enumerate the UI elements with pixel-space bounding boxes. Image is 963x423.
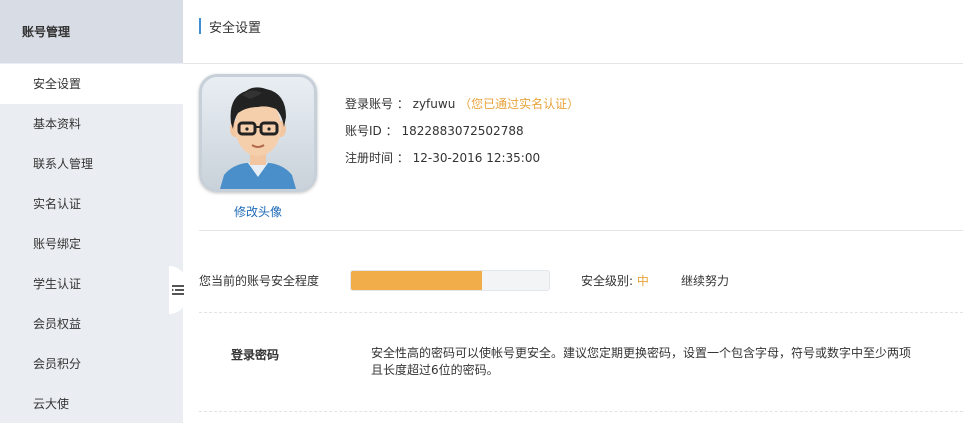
login-account-value: zyfuwu bbox=[412, 97, 456, 111]
login-account-row: 登录账号 ： zyfuwu （您已通过实名认证） bbox=[345, 94, 579, 121]
account-info: 登录账号 ： zyfuwu （您已通过实名认证） 账号ID ： 18228830… bbox=[345, 94, 579, 175]
avatar[interactable] bbox=[199, 74, 317, 192]
registration-time-value: 12-30-2016 12:35:00 bbox=[412, 151, 541, 165]
registration-time-row: 注册时间 ： 12-30-2016 12:35:00 bbox=[345, 148, 579, 175]
sidebar-item-contacts[interactable]: 联系人管理 bbox=[0, 144, 183, 184]
sidebar-item-account-binding[interactable]: 账号绑定 bbox=[0, 224, 183, 264]
security-level-text: 安全级别: 中 bbox=[581, 272, 649, 289]
security-level-label: 您当前的账号安全程度 bbox=[199, 274, 320, 288]
registration-time-label: 注册时间 ： bbox=[345, 151, 409, 165]
security-hint: 继续努力 bbox=[681, 274, 730, 288]
security-progress-bar bbox=[350, 270, 550, 291]
sidebar-item-member-points[interactable]: 会员积分 bbox=[0, 344, 183, 384]
dashed-divider bbox=[199, 312, 963, 313]
sidebar-header: 账号管理 bbox=[0, 0, 183, 63]
real-name-verified-link[interactable]: 您已通过实名认证 bbox=[471, 97, 567, 111]
sidebar-item-basic-info[interactable]: 基本资料 bbox=[0, 104, 183, 144]
profile-section: 修改头像 登录账号 ： zyfuwu （您已通过实名认证） 账号ID ： 182… bbox=[199, 74, 963, 230]
sidebar-nav: 安全设置 基本资料 联系人管理 实名认证 账号绑定 学生认证 会员权益 会员积分… bbox=[0, 64, 183, 423]
page-title: 安全设置 bbox=[209, 20, 262, 36]
sidebar-item-student-verify[interactable]: 学生认证 bbox=[0, 264, 183, 304]
security-level-caption: 安全级别: bbox=[581, 274, 637, 288]
password-label: 登录密码 bbox=[231, 348, 280, 362]
sidebar-item-real-name[interactable]: 实名认证 bbox=[0, 184, 183, 224]
verified-close: ） bbox=[567, 97, 580, 111]
sidebar-item-cloud-ambassador[interactable]: 云大使 bbox=[0, 384, 183, 423]
title-accent-bar bbox=[199, 18, 201, 34]
verified-open: （ bbox=[459, 97, 472, 111]
divider bbox=[183, 63, 963, 64]
divider bbox=[199, 230, 963, 231]
sidebar-item-member-rights[interactable]: 会员权益 bbox=[0, 304, 183, 344]
account-id-label: 账号ID ： bbox=[345, 124, 398, 138]
change-avatar-link[interactable]: 修改头像 bbox=[234, 203, 282, 220]
account-id-value: 1822883072502788 bbox=[401, 124, 524, 138]
sidebar: 账号管理 安全设置 基本资料 联系人管理 实名认证 账号绑定 学生认证 会员权益… bbox=[0, 0, 183, 423]
account-id-row: 账号ID ： 1822883072502788 bbox=[345, 121, 579, 148]
security-level-section: 您当前的账号安全程度 安全级别: 中 继续努力 bbox=[199, 270, 963, 291]
page-header: 安全设置 bbox=[183, 0, 963, 52]
dashed-divider bbox=[199, 411, 963, 412]
sidebar-item-security-settings[interactable]: 安全设置 bbox=[0, 64, 183, 104]
security-progress-fill bbox=[351, 271, 482, 290]
password-description: 安全性高的密码可以使帐号更安全。建议您定期更换密码，设置一个包含字母，符号或数字… bbox=[371, 346, 912, 377]
security-level-value: 中 bbox=[636, 274, 649, 288]
user-avatar-cartoon-icon bbox=[220, 87, 296, 189]
login-account-label: 登录账号 ： bbox=[345, 97, 409, 111]
